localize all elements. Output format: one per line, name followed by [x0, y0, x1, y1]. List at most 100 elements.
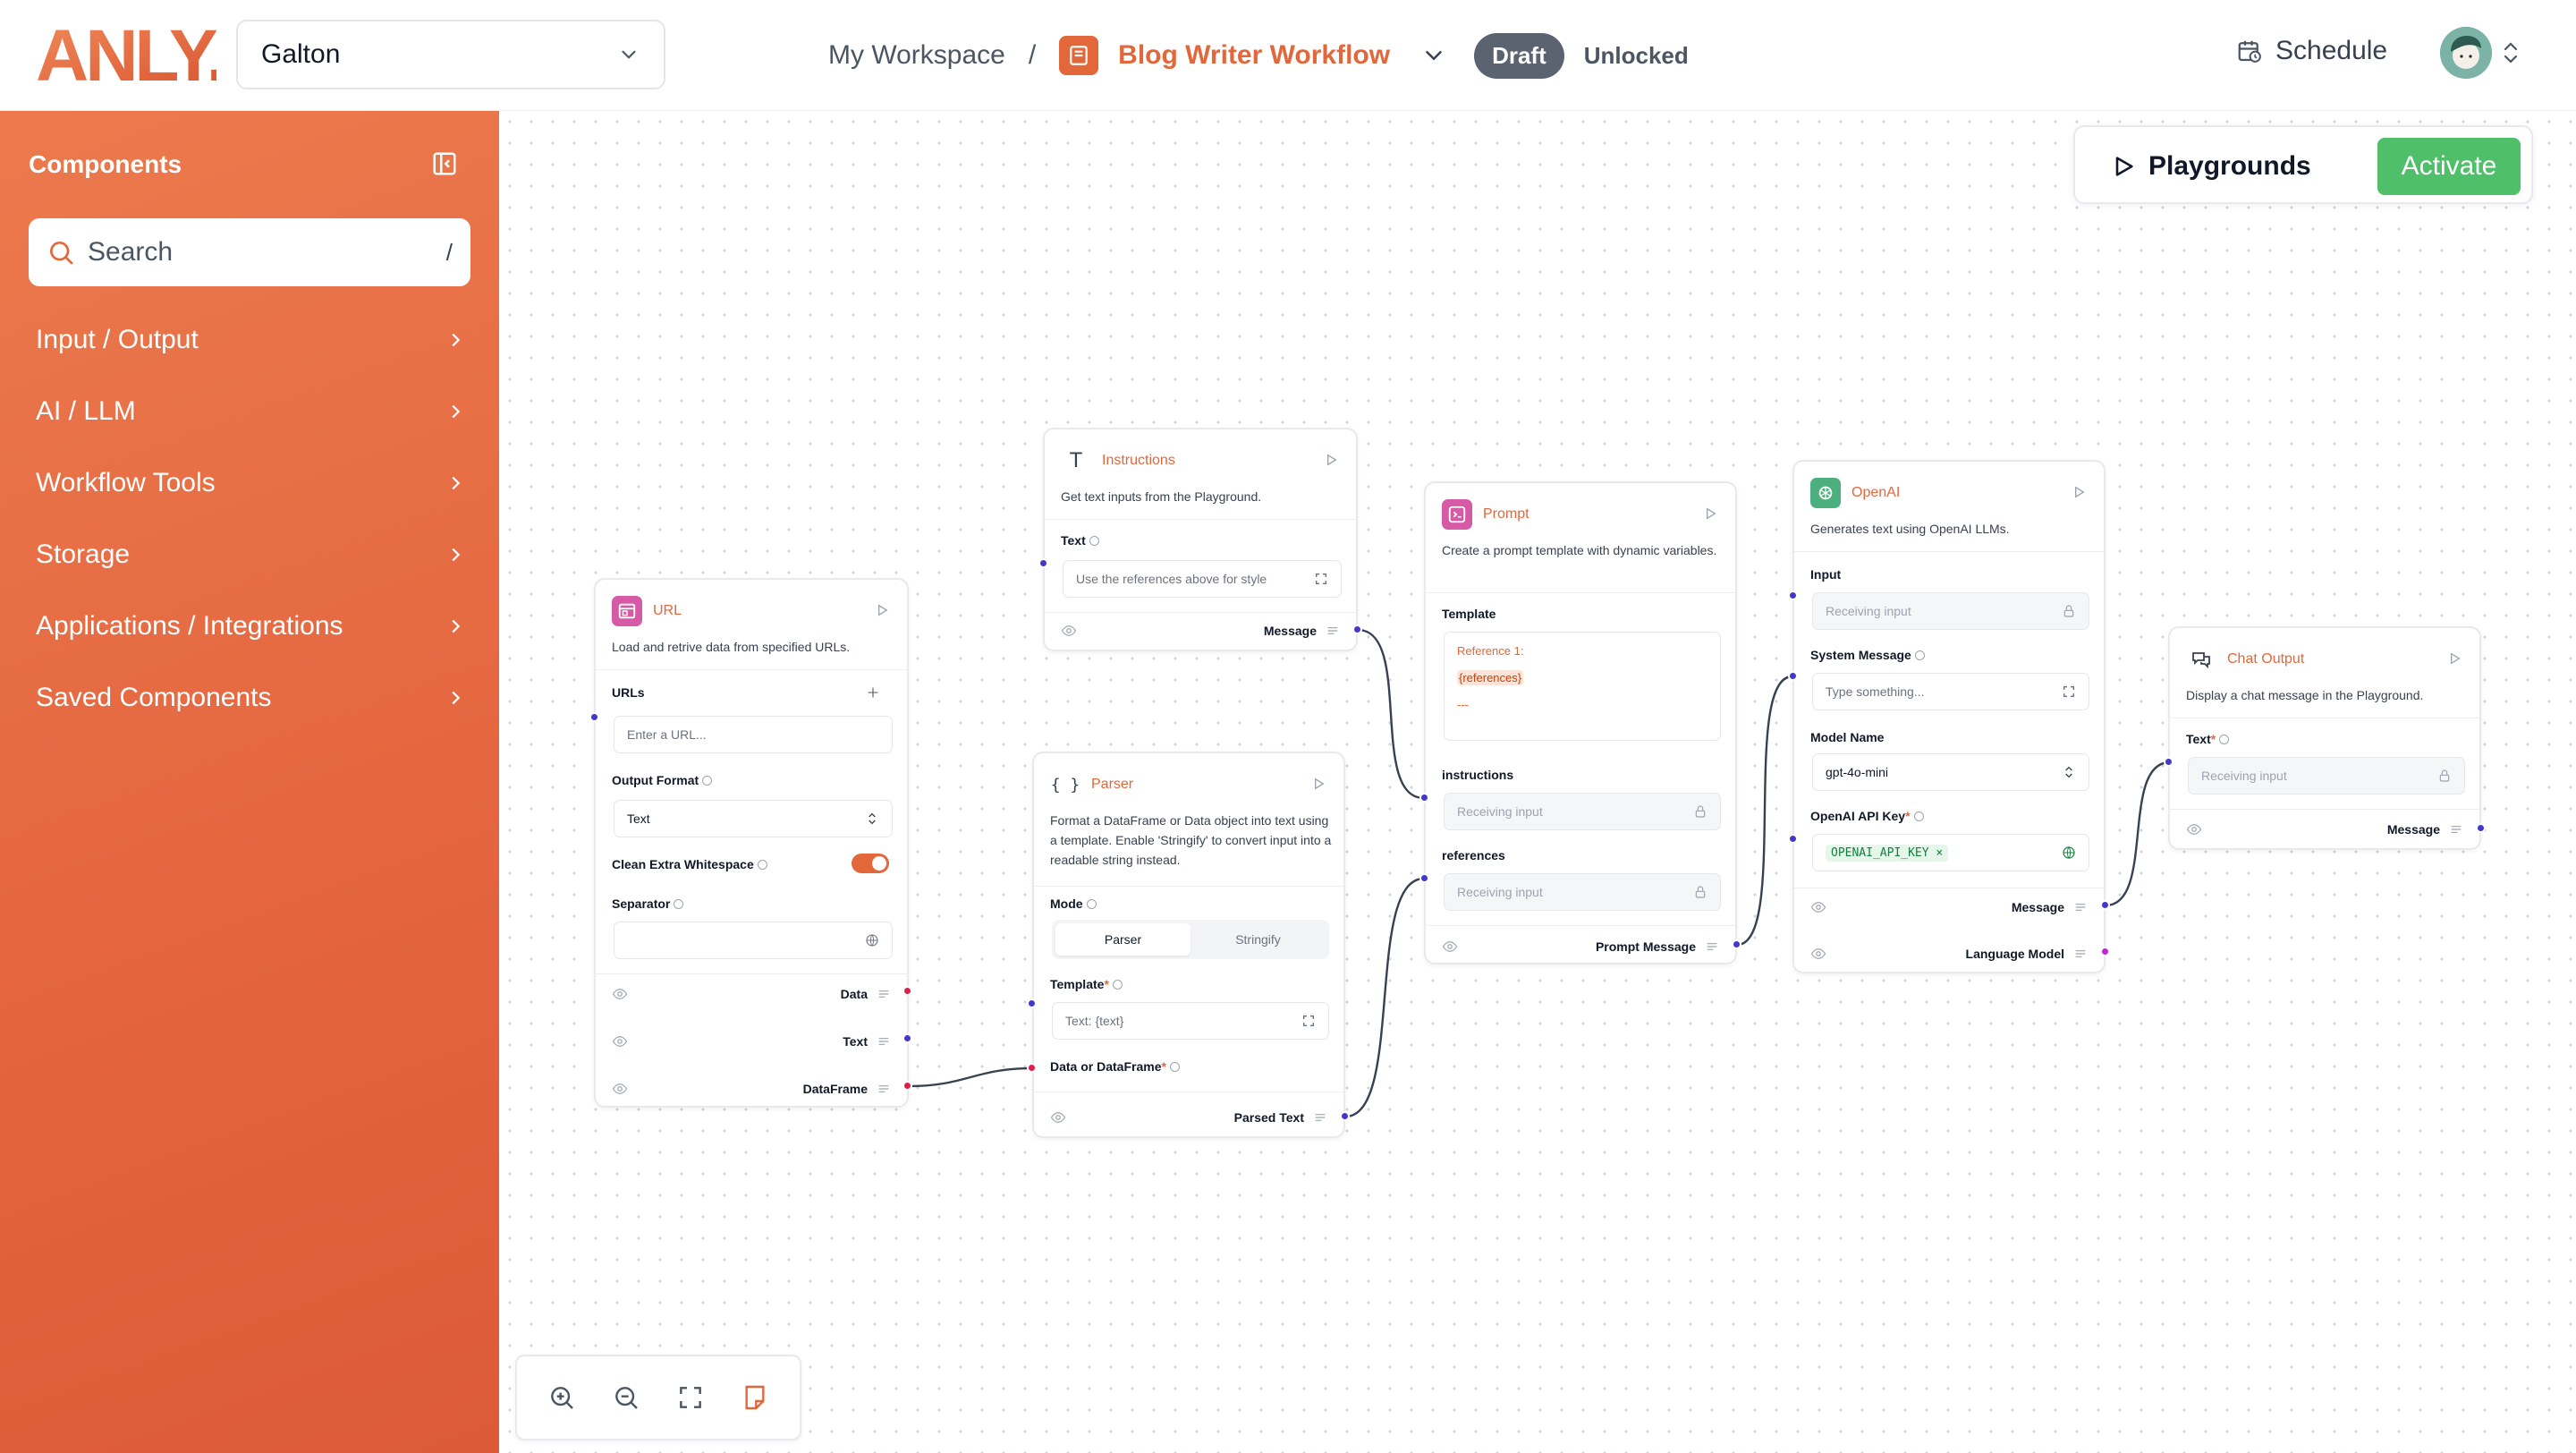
avatar[interactable]: [2440, 27, 2492, 79]
sidebar-item-label: Workflow Tools: [36, 468, 216, 497]
collapse-sidebar-icon[interactable]: [431, 150, 458, 177]
openai-input-handle[interactable]: [1788, 591, 1798, 600]
sidebar-item-input-output[interactable]: Input / Output: [36, 313, 465, 367]
node-description: Display a chat message in the Playground…: [2186, 688, 2424, 702]
chat-output-node[interactable]: Chat Output Display a chat message in th…: [2168, 626, 2481, 850]
prompt-node[interactable]: Prompt Create a prompt template with dyn…: [1424, 481, 1737, 964]
sidebar-item-label: Input / Output: [36, 325, 199, 354]
data-input-handle[interactable]: [1027, 1063, 1037, 1073]
run-node-icon[interactable]: [2072, 485, 2086, 499]
expand-icon: [1303, 1015, 1314, 1026]
zoom-in-icon[interactable]: [546, 1381, 578, 1414]
references-input-handle[interactable]: [1419, 873, 1429, 883]
instructions-input-handle[interactable]: [1419, 793, 1429, 803]
mode-toggle[interactable]: Parser Stringify: [1052, 920, 1329, 959]
run-node-icon[interactable]: [1703, 506, 1717, 521]
zoom-out-icon[interactable]: [610, 1381, 642, 1414]
chevron-right-icon: [452, 691, 461, 705]
output-dataframe[interactable]: DataFrame: [612, 1075, 891, 1102]
expand-icon: [1316, 574, 1326, 584]
chevron-up-down-icon[interactable]: [2501, 39, 2521, 66]
run-node-icon[interactable]: [875, 603, 889, 617]
play-icon: [2115, 157, 2133, 176]
output-message[interactable]: Message: [1061, 617, 1340, 644]
schedule-button[interactable]: Schedule: [2236, 36, 2387, 66]
chat-icon: [2186, 644, 2216, 675]
dataframe-output-handle[interactable]: [902, 1081, 912, 1091]
anly-logo[interactable]: ANLY.: [36, 23, 216, 86]
api-key-input[interactable]: OPENAI_API_KEY ×: [1812, 834, 2089, 871]
api-key-handle[interactable]: [1788, 834, 1798, 844]
output-text[interactable]: Text: [612, 1028, 891, 1055]
sticky-note-icon[interactable]: [739, 1381, 771, 1414]
instructions-input-handle[interactable]: [1038, 558, 1048, 568]
system-message-input[interactable]: Type something...: [1812, 673, 2089, 710]
chevron-down-icon[interactable]: [1420, 42, 1447, 69]
output-message[interactable]: Message: [2186, 816, 2463, 843]
fit-view-icon[interactable]: [674, 1381, 707, 1414]
chat-message-output-handle[interactable]: [2476, 823, 2486, 833]
api-key-chip[interactable]: OPENAI_API_KEY ×: [1826, 844, 1949, 862]
lock-icon: [1695, 886, 1706, 898]
braces-icon: { }: [1050, 769, 1080, 800]
parser-node[interactable]: { } Parser Format a DataFrame or Data ob…: [1032, 752, 1345, 1138]
chat-text-input-handle[interactable]: [2164, 757, 2174, 767]
sidebar-item-label: Applications / Integrations: [36, 611, 343, 641]
url-icon: [612, 596, 642, 626]
run-node-icon[interactable]: [1311, 777, 1326, 791]
openai-icon: [1810, 478, 1841, 508]
sidebar-item-workflow-tools[interactable]: Workflow Tools: [36, 456, 465, 510]
info-icon: [1914, 650, 1925, 660]
playgrounds-button[interactable]: Playgrounds: [2111, 127, 2311, 206]
template-input-handle[interactable]: [1027, 998, 1037, 1008]
template-line: ---: [1457, 698, 1469, 711]
language-model-output-handle[interactable]: [2100, 947, 2110, 956]
sidebar-item-ai-llm[interactable]: AI / LLM: [36, 385, 465, 438]
instructions-field-label: instructions: [1442, 768, 1514, 782]
url-input[interactable]: Enter a URL...: [614, 716, 893, 753]
message-output-handle[interactable]: [2100, 900, 2110, 910]
output-data[interactable]: Data: [612, 981, 891, 1007]
info-icon: [1089, 536, 1099, 546]
output-message[interactable]: Message: [1810, 894, 2088, 921]
instructions-output-handle[interactable]: [1352, 625, 1362, 634]
chevron-right-icon: [452, 619, 461, 633]
org-selector[interactable]: Galton: [236, 20, 665, 89]
instructions-node[interactable]: T Instructions Get text inputs from the …: [1043, 428, 1358, 651]
system-message-handle[interactable]: [1788, 671, 1798, 681]
breadcrumb-workspace[interactable]: My Workspace: [828, 40, 1005, 71]
add-url-icon[interactable]: [866, 685, 880, 700]
run-node-icon[interactable]: [2447, 651, 2462, 666]
model-name-select[interactable]: gpt-4o-mini: [1812, 753, 2089, 791]
parsed-text-output-handle[interactable]: [1340, 1111, 1350, 1121]
sidebar-item-applications-integrations[interactable]: Applications / Integrations: [36, 599, 465, 653]
instructions-text-input[interactable]: Use the references above for style: [1063, 560, 1342, 598]
output-prompt-message[interactable]: Prompt Message: [1442, 933, 1719, 960]
output-format-select[interactable]: Text: [614, 800, 893, 837]
openai-node[interactable]: OpenAI Generates text using OpenAI LLMs.…: [1792, 460, 2106, 973]
prompt-template-editor[interactable]: Reference 1: {references} ---: [1444, 632, 1721, 741]
flow-name[interactable]: Blog Writer Workflow: [1118, 40, 1390, 71]
text-output-handle[interactable]: [902, 1033, 912, 1043]
output-parsed-text[interactable]: Parsed Text: [1050, 1104, 1327, 1131]
mode-option-parser[interactable]: Parser: [1055, 923, 1191, 956]
prompt-message-output-handle[interactable]: [1732, 939, 1741, 949]
lock-status[interactable]: Unlocked: [1584, 42, 1689, 70]
separator-input[interactable]: [614, 922, 893, 959]
run-node-icon[interactable]: [1324, 453, 1338, 467]
mode-option-stringify[interactable]: Stringify: [1191, 923, 1326, 956]
list-icon: [878, 1038, 889, 1045]
url-node[interactable]: URL Load and retrive data from specified…: [594, 578, 909, 1108]
clean-whitespace-toggle[interactable]: [852, 854, 889, 873]
activate-button[interactable]: Activate: [2377, 138, 2521, 195]
divider: [1045, 519, 1356, 520]
template-line: Reference 1:: [1457, 644, 1524, 658]
sidebar-item-storage[interactable]: Storage: [36, 528, 465, 582]
node-title: URL: [653, 603, 682, 618]
parser-template-input[interactable]: Text: {text}: [1052, 1002, 1329, 1040]
component-search-input[interactable]: Search /: [29, 218, 470, 286]
output-language-model[interactable]: Language Model: [1810, 940, 2088, 967]
url-input-handle[interactable]: [589, 712, 599, 722]
sidebar-item-saved-components[interactable]: Saved Components: [36, 671, 465, 725]
data-output-handle[interactable]: [902, 986, 912, 996]
